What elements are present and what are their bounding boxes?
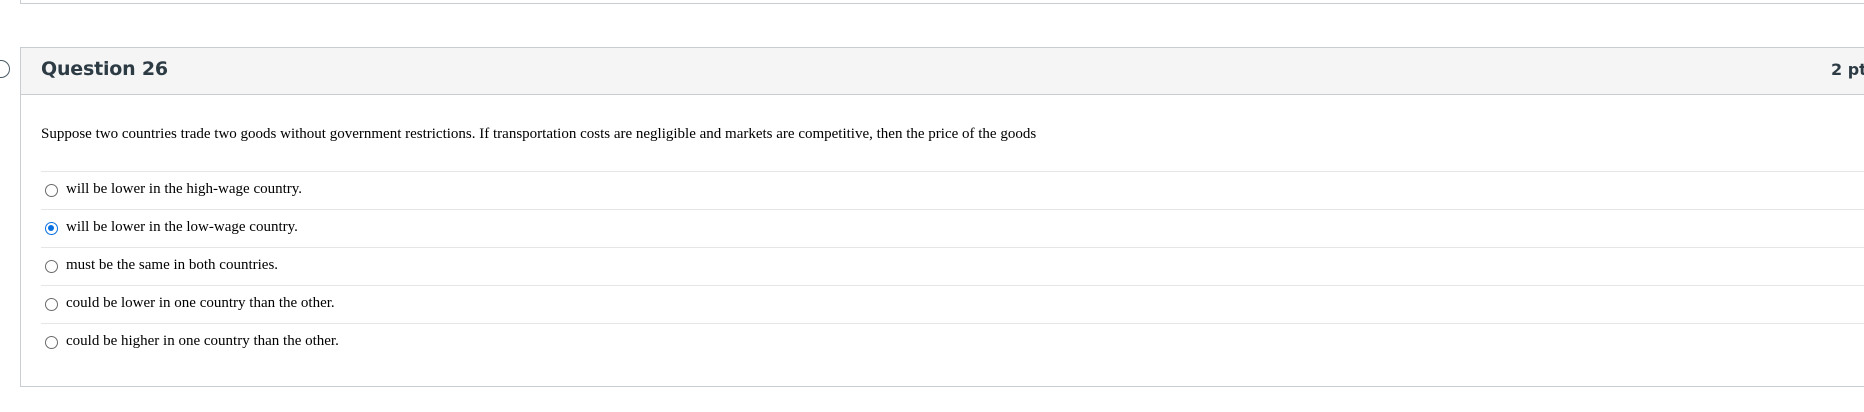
answer-label[interactable]: will be lower in the high-wage country. (66, 181, 302, 198)
radio-button[interactable] (45, 184, 58, 197)
question-card: Question 26 2 pts Suppose two countries … (20, 47, 1864, 387)
answer-label[interactable]: could be higher in one country than the … (66, 333, 339, 350)
answer-option[interactable]: will be lower in the low-wage country. (41, 209, 1864, 247)
question-points: 2 pts (1831, 60, 1864, 79)
question-header: Question 26 2 pts (21, 48, 1864, 95)
answer-label[interactable]: must be the same in both countries. (66, 257, 278, 274)
answer-option[interactable]: will be lower in the high-wage country. (41, 171, 1864, 209)
answer-list: will be lower in the high-wage country. … (41, 171, 1864, 361)
answer-label[interactable]: could be lower in one country than the o… (66, 295, 335, 312)
radio-button[interactable] (45, 298, 58, 311)
answer-option[interactable]: must be the same in both countries. (41, 247, 1864, 285)
radio-button[interactable] (45, 336, 58, 349)
previous-question-card-edge (20, 0, 1864, 4)
radio-button[interactable] (45, 222, 58, 235)
answer-option[interactable]: could be higher in one country than the … (41, 323, 1864, 361)
question-text: Suppose two countries trade two goods wi… (41, 126, 1037, 142)
answer-label[interactable]: will be lower in the low-wage country. (66, 219, 298, 236)
radio-button[interactable] (45, 260, 58, 273)
flag-question-icon[interactable] (0, 60, 10, 78)
question-title: Question 26 (41, 58, 168, 80)
answer-option[interactable]: could be lower in one country than the o… (41, 285, 1864, 323)
